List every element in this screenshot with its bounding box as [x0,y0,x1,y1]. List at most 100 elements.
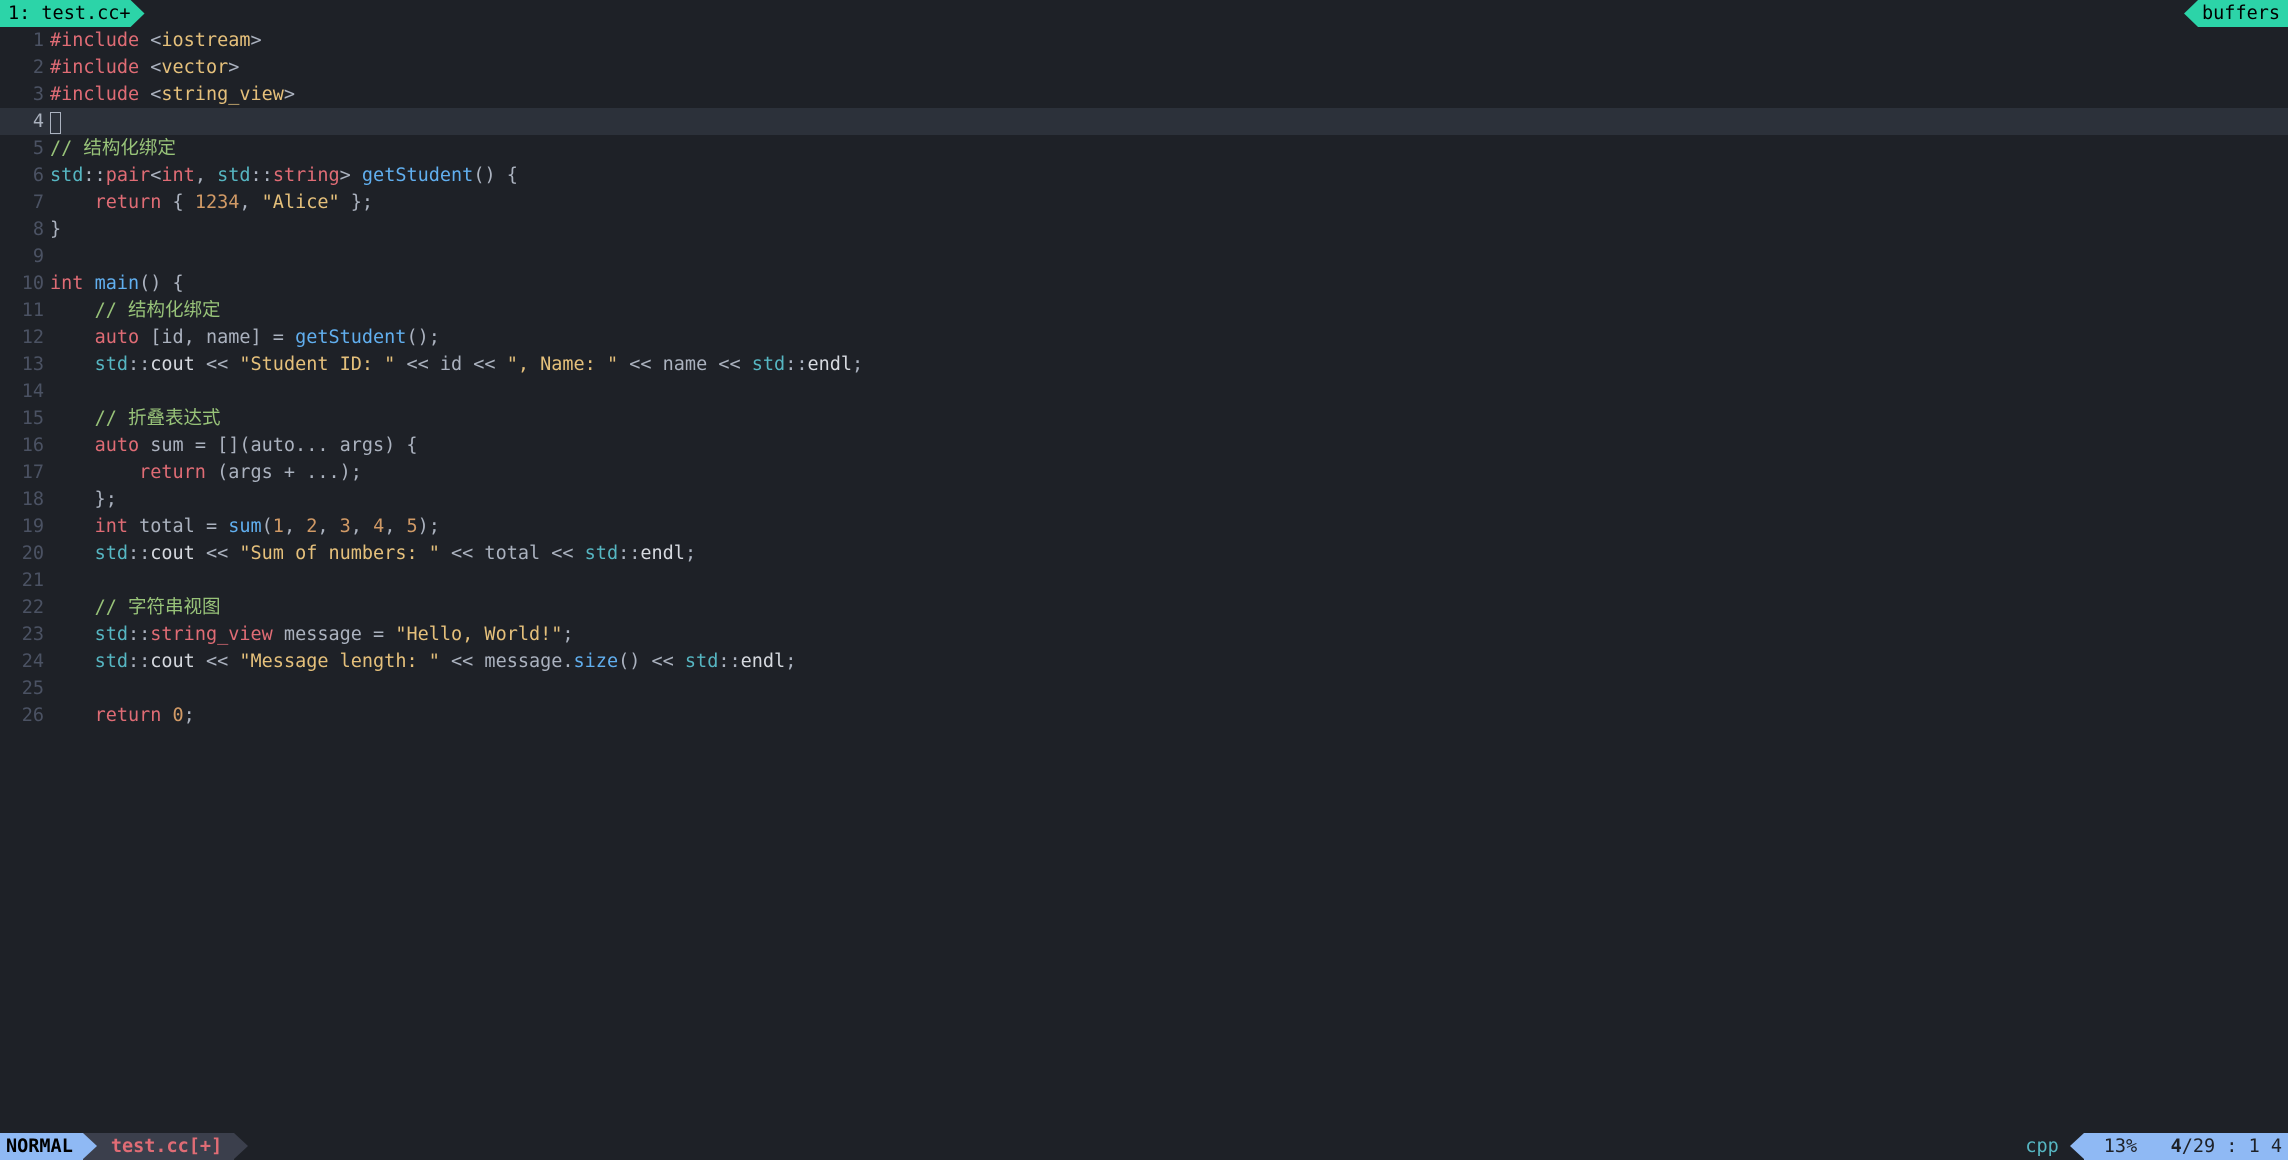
token: < [150,84,161,105]
token: message = [273,624,396,645]
token: << id << [395,354,506,375]
line-number: 13 [0,351,50,378]
token: iostream [161,30,250,51]
code-line[interactable]: 15 // 折叠表达式 [0,405,2288,432]
token: return [139,462,206,483]
code-content: int total = sum(1, 2, 3, 4, 5); [50,513,2288,540]
code-line[interactable]: 4 [0,108,2288,135]
buffer-tab-label: 1: test.cc+ [8,0,131,27]
code-content [50,243,2288,270]
code-content: #include <iostream> [50,27,2288,54]
token: :: [251,165,273,186]
token: :: [618,543,640,564]
token: size [574,651,619,672]
token: :: [785,354,807,375]
token: , [384,516,406,537]
code-content: return 0; [50,702,2288,729]
code-line[interactable]: 20 std::cout << "Sum of numbers: " << to… [0,540,2288,567]
line-number: 10 [0,270,50,297]
token: cout [150,651,195,672]
token: ", Name: " [507,354,618,375]
code-line[interactable]: 16 auto sum = [](auto... args) { [0,432,2288,459]
line-number: 25 [0,675,50,702]
code-line[interactable]: 26 return 0; [0,702,2288,729]
token: << message. [440,651,574,672]
token: getStudent [295,327,406,348]
token: "Student ID: " [239,354,395,375]
token: { [161,192,194,213]
token: :: [128,624,150,645]
code-line[interactable]: 24 std::cout << "Message length: " << me… [0,648,2288,675]
token [50,543,95,564]
token: endl [741,651,786,672]
token: << [195,543,240,564]
code-line[interactable]: 21 [0,567,2288,594]
code-line[interactable]: 14 [0,378,2288,405]
code-line[interactable]: 11 // 结构化绑定 [0,297,2288,324]
status-position: 13% 4 / 29 : 1 4 [2084,1133,2288,1160]
token [50,651,95,672]
token: }; [50,489,117,510]
token: ; [184,705,195,726]
code-content: std::pair<int, std::string> getStudent()… [50,162,2288,189]
code-line[interactable]: 7 return { 1234, "Alice" }; [0,189,2288,216]
token: return [95,192,162,213]
token: > [251,30,262,51]
buffers-indicator[interactable]: buffers [2184,0,2288,27]
code-content: // 结构化绑定 [50,135,2288,162]
code-line[interactable]: 6std::pair<int, std::string> getStudent(… [0,162,2288,189]
code-content: // 字符串视图 [50,594,2288,621]
token: 5 [406,516,417,537]
line-number: 2 [0,54,50,81]
token: getStudent [362,165,473,186]
code-line[interactable]: 12 auto [id, name] = getStudent(); [0,324,2288,351]
code-line[interactable]: 13 std::cout << "Student ID: " << id << … [0,351,2288,378]
code-content [50,675,2288,702]
code-line[interactable]: 23 std::string_view message = "Hello, Wo… [0,621,2288,648]
code-line[interactable]: 22 // 字符串视图 [0,594,2288,621]
line-number: 18 [0,486,50,513]
pos-slash: / [2182,1133,2193,1160]
line-current: 4 [2171,1133,2182,1160]
code-content: std::cout << "Student ID: " << id << ", … [50,351,2288,378]
token: ; [685,543,696,564]
token: 4 [373,516,384,537]
buffers-label: buffers [2202,0,2280,27]
buffer-tab[interactable]: 1: test.cc+ [0,0,145,27]
code-content: auto [id, name] = getStudent(); [50,324,2288,351]
code-line[interactable]: 3#include <string_view> [0,81,2288,108]
code-editor[interactable]: 1#include <iostream>2#include <vector>3#… [0,27,2288,1133]
code-line[interactable]: 2#include <vector> [0,54,2288,81]
line-number: 9 [0,243,50,270]
token: std [95,624,128,645]
code-line[interactable]: 5// 结构化绑定 [0,135,2288,162]
token: string_view [150,624,273,645]
code-line[interactable]: 8} [0,216,2288,243]
filename-text: test.cc[+] [111,1133,222,1160]
token: ; [785,651,796,672]
code-line[interactable]: 17 return (args + ...); [0,459,2288,486]
token [50,192,95,213]
code-content: return { 1234, "Alice" }; [50,189,2288,216]
code-line[interactable]: 10int main() { [0,270,2288,297]
code-line[interactable]: 9 [0,243,2288,270]
token: int [50,273,83,294]
token: ); [418,516,440,537]
token: :: [718,651,740,672]
code-line[interactable]: 18 }; [0,486,2288,513]
token: int [161,165,194,186]
code-line[interactable]: 1#include <iostream> [0,27,2288,54]
percent-text: 13% [2104,1133,2137,1160]
token: // 结构化绑定 [50,138,176,159]
token: [id, name] = [139,327,295,348]
token: cout [150,354,195,375]
token: << [195,354,240,375]
code-content [50,567,2288,594]
line-number: 22 [0,594,50,621]
token: std [50,165,83,186]
status-spacer [234,1133,2000,1160]
token: cout [150,543,195,564]
code-line[interactable]: 19 int total = sum(1, 2, 3, 4, 5); [0,513,2288,540]
code-line[interactable]: 25 [0,675,2288,702]
token [50,597,95,618]
